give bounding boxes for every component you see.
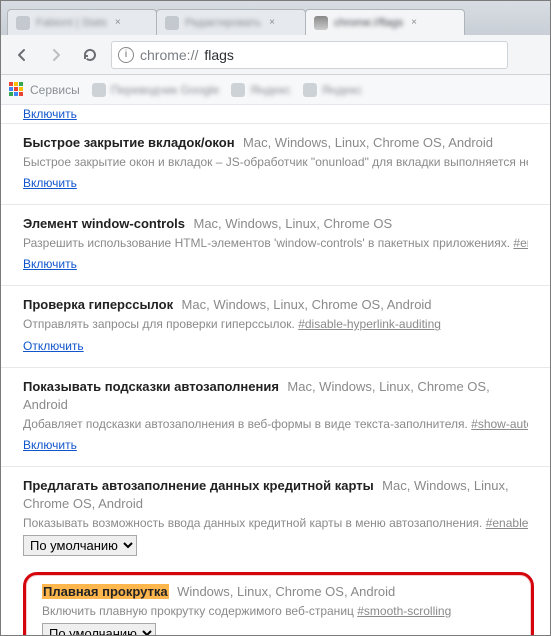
flag-platforms: Mac, Windows, Linux, Chrome OS [193,216,392,231]
flag-title: Плавная прокрутка [42,584,169,599]
apps-shortcut[interactable]: Сервисы [9,82,80,98]
url-path: flags [204,47,234,63]
url-scheme: chrome:// [140,47,198,63]
flag-description: Показывать возможность ввода данных кред… [23,515,528,531]
flag-enable-link[interactable]: Включить [23,257,77,271]
bookmark-item[interactable]: Переводчик Google [92,83,220,97]
flag-hash-link[interactable]: #smooth-scrolling [357,604,451,618]
flag-title: Быстрое закрытие вкладок/окон [23,135,235,150]
flag-platforms: Mac, Windows, Linux, Chrome OS, Android [243,135,493,150]
flag-select[interactable]: По умолчанию [42,623,156,635]
flag-platforms: Mac, Windows, Linux, Chrome OS, Android [182,297,432,312]
page-content: Включить Быстрое закрытие вкладок/окон M… [1,105,550,635]
flag-hash-link[interactable]: #enable-app-w [513,236,528,250]
favicon [16,16,30,30]
close-icon[interactable]: × [267,18,277,28]
tab-label: Редактировать [185,17,261,29]
flag-title: Элемент window-controls [23,216,185,231]
flag-hyperlink-auditing: Проверка гиперссылок Mac, Windows, Linux… [1,285,550,366]
bookmark-icon [303,83,317,97]
flag-description: Отправлять запросы для проверки гиперссы… [23,316,528,332]
bookmark-label: Яндекс [322,83,362,97]
tab-2-active[interactable]: chrome://flags × [305,9,465,35]
flag-description: Разрешить использование HTML-элементов '… [23,235,528,251]
flag-smooth-scrolling: Плавная прокрутка Windows, Linux, Chrome… [42,583,515,635]
top-enable-link: Включить [1,105,550,123]
close-icon[interactable]: × [409,18,419,28]
bookmark-item[interactable]: Яндекс [231,83,290,97]
flag-enable-link[interactable]: Включить [23,176,77,190]
tab-label: Fabiont | Stats [36,17,107,29]
flag-autofill-hints: Показывать подсказки автозаполнения Mac,… [1,367,550,466]
apps-icon [9,82,25,98]
tab-strip: Fabiont | Stats × Редактировать × chrome… [1,1,550,35]
flag-hash-link[interactable]: #show-autofill-type-pre [471,417,528,431]
site-info-icon[interactable]: i [118,47,134,63]
flag-window-controls: Элемент window-controls Mac, Windows, Li… [1,204,550,285]
flag-select[interactable]: По умолчанию [23,535,137,556]
close-icon[interactable]: × [113,18,123,28]
bookmarks-bar: Сервисы Переводчик Google Яндекс Яндекс [1,75,550,105]
forward-button[interactable] [43,42,69,68]
apps-label: Сервисы [30,83,80,97]
bookmark-icon [231,83,245,97]
flag-fast-close: Быстрое закрытие вкладок/окон Mac, Windo… [1,123,550,204]
flag-title: Показывать подсказки автозаполнения [23,379,279,394]
back-button[interactable] [9,42,35,68]
highlighted-flag-box: Плавная прокрутка Windows, Linux, Chrome… [23,572,534,635]
flag-description: Добавляет подсказки автозаполнения в веб… [23,416,528,432]
flag-disable-link[interactable]: Отключить [23,339,84,353]
flag-platforms: Windows, Linux, Chrome OS, Android [177,584,395,599]
enable-link[interactable]: Включить [23,107,77,121]
tab-1[interactable]: Редактировать × [156,9,306,35]
favicon [165,16,179,30]
flag-title: Предлагать автозаполнение данных кредитн… [23,478,374,493]
bookmark-icon [92,83,106,97]
flag-icon [314,16,328,30]
flag-description: Включить плавную прокрутку содержимого в… [42,603,515,619]
flag-enable-link[interactable]: Включить [23,438,77,452]
bookmark-label: Переводчик Google [111,83,220,97]
tab-label: chrome://flags [334,17,403,29]
bookmark-item[interactable]: Яндекс [303,83,362,97]
flag-hash-link[interactable]: #enable-credit-card- [486,516,528,530]
menu-button[interactable] [516,42,542,68]
address-bar[interactable]: i chrome:// flags [111,41,508,69]
tab-0[interactable]: Fabiont | Stats × [7,9,157,35]
flag-description: Быстрое закрытие окон и вкладок – JS-обр… [23,154,528,170]
flag-title: Проверка гиперссылок [23,297,173,312]
reload-button[interactable] [77,42,103,68]
bookmark-label: Яндекс [250,83,290,97]
flag-hash-link[interactable]: #disable-hyperlink-auditing [298,317,441,331]
toolbar: i chrome:// flags [1,35,550,75]
flag-credit-card: Предлагать автозаполнение данных кредитн… [1,466,550,568]
